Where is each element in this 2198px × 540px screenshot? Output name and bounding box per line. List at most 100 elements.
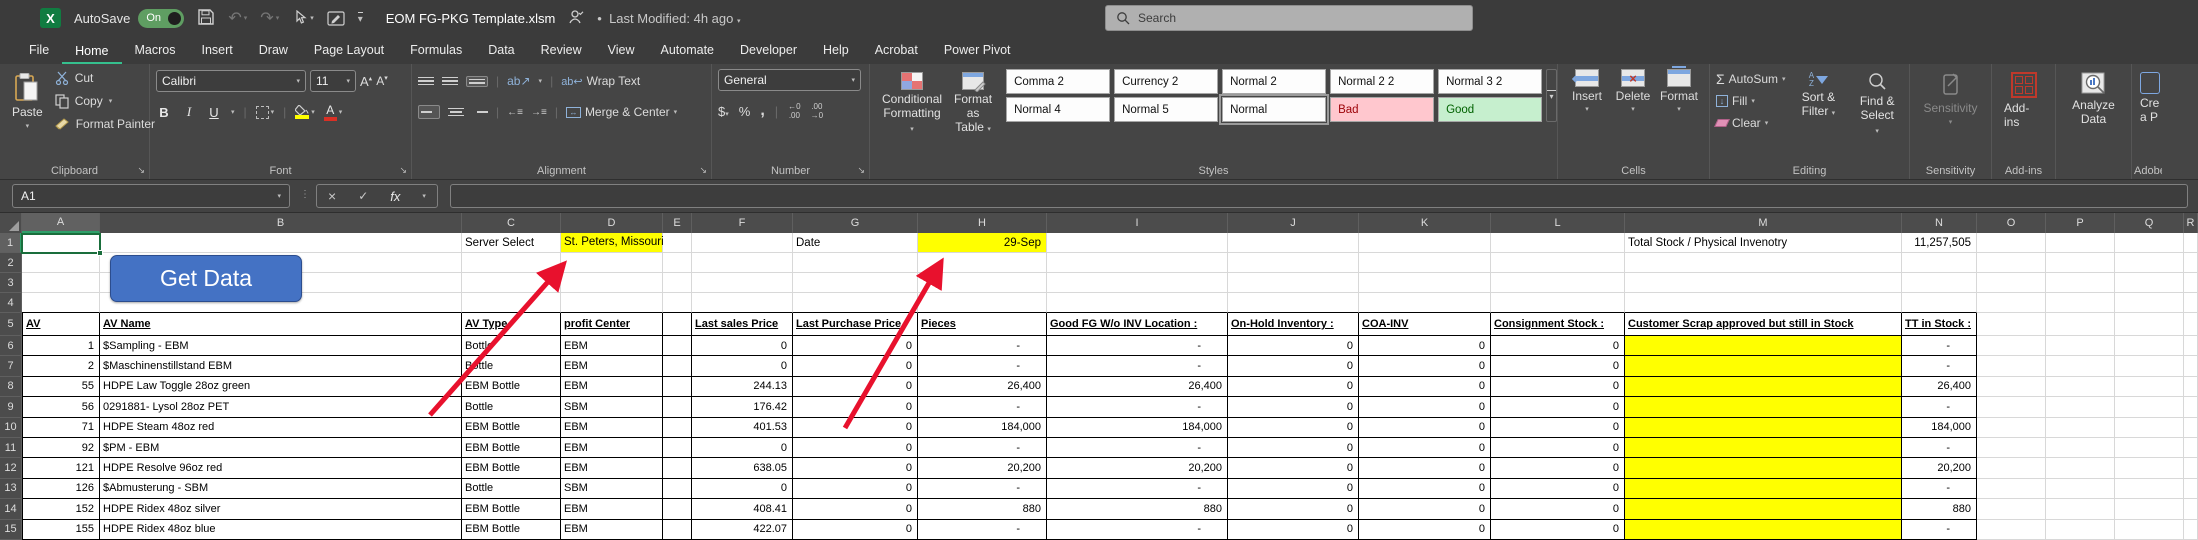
cell-O14[interactable]	[1977, 499, 2046, 519]
cell-K8[interactable]: 0	[1359, 377, 1491, 397]
cell-R5[interactable]	[2184, 313, 2198, 336]
cell-C1[interactable]: Server Select	[462, 233, 561, 253]
decrease-decimal-button[interactable]: .00→0	[811, 102, 823, 120]
cell-B7[interactable]: $Maschinenstillstand EBM	[100, 356, 462, 376]
cell-D7[interactable]: EBM	[561, 356, 663, 376]
format-painter-button[interactable]: Format Painter	[55, 115, 155, 133]
cell-G11[interactable]: 0	[793, 438, 918, 458]
cell-M14[interactable]	[1625, 499, 1902, 519]
cell-E9[interactable]	[663, 397, 692, 417]
cell-L15[interactable]: 0	[1491, 520, 1625, 540]
cell-N6[interactable]: -	[1902, 336, 1977, 356]
cell-style-bad[interactable]: Bad	[1330, 97, 1434, 122]
merge-center-button[interactable]: ↔ Merge & Center▾	[566, 100, 677, 124]
cell-Q11[interactable]	[2115, 438, 2184, 458]
row-header-13[interactable]: 13	[0, 479, 22, 499]
cell-M1[interactable]: Total Stock / Physical Invenotry	[1625, 233, 1902, 253]
cell-Q4[interactable]	[2115, 293, 2184, 313]
cell-K6[interactable]: 0	[1359, 336, 1491, 356]
cell-R8[interactable]	[2184, 377, 2198, 397]
cell-N5[interactable]: TT in Stock :	[1902, 313, 1977, 336]
cell-P5[interactable]	[2046, 313, 2115, 336]
cell-C11[interactable]: EBM Bottle	[462, 438, 561, 458]
cell-O9[interactable]	[1977, 397, 2046, 417]
cell-E14[interactable]	[663, 499, 692, 519]
cell-C7[interactable]: Bottle	[462, 356, 561, 376]
tab-power-pivot[interactable]: Power Pivot	[931, 38, 1024, 64]
cell-P10[interactable]	[2046, 418, 2115, 438]
cell-B10[interactable]: HDPE Steam 48oz red	[100, 418, 462, 438]
cell-P1[interactable]	[2046, 233, 2115, 253]
insert-cells-button[interactable]: Insert▾	[1564, 69, 1610, 113]
cell-L3[interactable]	[1491, 273, 1625, 293]
cell-O7[interactable]	[1977, 356, 2046, 376]
cell-H8[interactable]: 26,400	[918, 377, 1047, 397]
align-center-icon[interactable]	[448, 108, 464, 117]
tab-file[interactable]: File	[16, 38, 62, 64]
cell-J2[interactable]	[1228, 253, 1359, 273]
cell-D8[interactable]: EBM	[561, 377, 663, 397]
row-header-1[interactable]: 1	[0, 233, 22, 253]
cell-P2[interactable]	[2046, 253, 2115, 273]
cell-M7[interactable]	[1625, 356, 1902, 376]
cell-K7[interactable]: 0	[1359, 356, 1491, 376]
clear-button[interactable]: Clear▾	[1716, 113, 1786, 132]
cell-M13[interactable]	[1625, 479, 1902, 499]
cell-style-normal-3-2[interactable]: Normal 3 2	[1438, 69, 1542, 94]
cell-Q10[interactable]	[2115, 418, 2184, 438]
row-header-9[interactable]: 9	[0, 397, 22, 417]
cell-P3[interactable]	[2046, 273, 2115, 293]
cell-H1[interactable]: 29-Sep	[918, 233, 1047, 253]
cell-O13[interactable]	[1977, 479, 2046, 499]
save-icon[interactable]	[197, 8, 215, 29]
cell-I2[interactable]	[1047, 253, 1228, 273]
font-dialog-launcher-icon[interactable]: ↘	[399, 165, 407, 176]
cell-C9[interactable]: Bottle	[462, 397, 561, 417]
document-title[interactable]: EOM FG-PKG Template.xlsm	[386, 11, 556, 26]
cell-I10[interactable]: 184,000	[1047, 418, 1228, 438]
cell-A7[interactable]: 2	[22, 356, 100, 376]
cell-B8[interactable]: HDPE Law Toggle 28oz green	[100, 377, 462, 397]
cell-D1[interactable]: St. Peters, Missouri	[561, 233, 663, 253]
alignment-dialog-launcher-icon[interactable]: ↘	[699, 165, 707, 176]
cell-K9[interactable]: 0	[1359, 397, 1491, 417]
cell-F15[interactable]: 422.07	[692, 520, 793, 540]
cell-K11[interactable]: 0	[1359, 438, 1491, 458]
cell-P12[interactable]	[2046, 458, 2115, 478]
cell-N11[interactable]: -	[1902, 438, 1977, 458]
cell-F14[interactable]: 408.41	[692, 499, 793, 519]
cell-Q2[interactable]	[2115, 253, 2184, 273]
cell-G8[interactable]: 0	[793, 377, 918, 397]
ribbon-options-chevron-icon[interactable]: ▾	[358, 12, 363, 25]
cell-N8[interactable]: 26,400	[1902, 377, 1977, 397]
cell-G1[interactable]: Date	[793, 233, 918, 253]
conditional-formatting-button[interactable]: ConditionalFormatting ▾	[876, 69, 948, 161]
top-align-icon[interactable]	[418, 77, 434, 86]
cell-H7[interactable]: -	[918, 356, 1047, 376]
cell-R12[interactable]	[2184, 458, 2198, 478]
cell-P15[interactable]	[2046, 520, 2115, 540]
cell-N4[interactable]	[1902, 293, 1977, 313]
cell-M5[interactable]: Customer Scrap approved but still in Sto…	[1625, 313, 1902, 336]
cell-L1[interactable]	[1491, 233, 1625, 253]
row-header-2[interactable]: 2	[0, 253, 22, 273]
cell-C14[interactable]: EBM Bottle	[462, 499, 561, 519]
column-header-H[interactable]: H	[918, 213, 1047, 233]
cell-L10[interactable]: 0	[1491, 418, 1625, 438]
cell-R9[interactable]	[2184, 397, 2198, 417]
cell-J6[interactable]: 0	[1228, 336, 1359, 356]
cell-Q3[interactable]	[2115, 273, 2184, 293]
cell-G7[interactable]: 0	[793, 356, 918, 376]
cell-J12[interactable]: 0	[1228, 458, 1359, 478]
cell-N14[interactable]: 880	[1902, 499, 1977, 519]
enter-button[interactable]: ✓	[358, 189, 368, 203]
fill-color-button[interactable]: ▾	[295, 105, 315, 119]
cell-E3[interactable]	[663, 273, 692, 293]
cell-A12[interactable]: 121	[22, 458, 100, 478]
cell-R15[interactable]	[2184, 520, 2198, 540]
row-header-10[interactable]: 10	[0, 418, 22, 438]
tab-home[interactable]: Home	[62, 39, 121, 65]
clipboard-dialog-launcher-icon[interactable]: ↘	[137, 165, 145, 176]
cell-L6[interactable]: 0	[1491, 336, 1625, 356]
bold-button[interactable]: B	[156, 105, 172, 120]
